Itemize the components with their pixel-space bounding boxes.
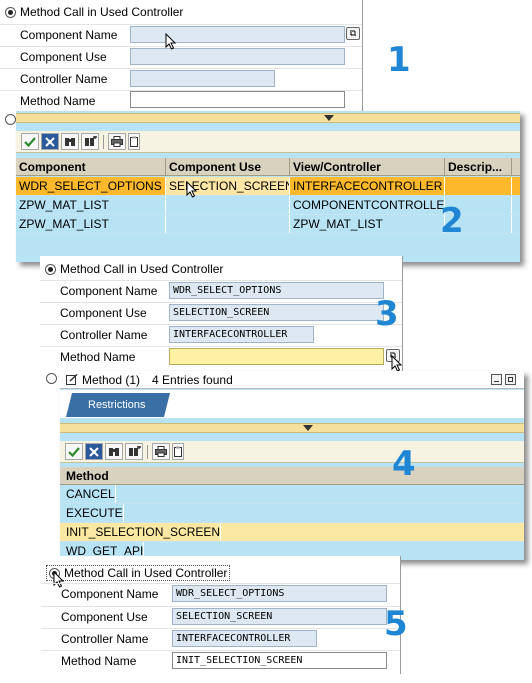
print-icon[interactable] bbox=[108, 133, 126, 150]
entries-found-text: 4 Entries found bbox=[152, 372, 233, 387]
method-grid-header: Method bbox=[60, 467, 524, 485]
mouse-pointer-icon bbox=[165, 33, 177, 50]
find-next-icon[interactable] bbox=[125, 443, 143, 460]
method-call-radio-row[interactable]: Method Call in Used Controller bbox=[45, 262, 223, 276]
popup-toolbar bbox=[16, 131, 520, 153]
method-cell[interactable]: CANCEL bbox=[60, 485, 116, 503]
cell-component[interactable]: ZPW_MAT_LIST bbox=[16, 196, 166, 214]
component-name-label: Component Name bbox=[20, 28, 118, 42]
step-number-3: 3 bbox=[375, 294, 399, 334]
maximize-icon[interactable] bbox=[505, 374, 516, 385]
method-name-label: Method Name bbox=[20, 94, 96, 108]
binoculars-icon[interactable] bbox=[61, 133, 79, 150]
cancel-icon[interactable] bbox=[85, 443, 103, 460]
step1-panel: Method Call in Used Controller Component… bbox=[0, 0, 363, 120]
method-call-radio-label: Method Call in Used Controller bbox=[20, 5, 184, 19]
cell-view-controller[interactable]: ZPW_MAT_LIST bbox=[290, 215, 445, 233]
cell-view-controller[interactable]: INTERFACECONTROLLER bbox=[290, 177, 445, 195]
popup-titlebar: Method (1) 4 Entries found bbox=[60, 371, 524, 389]
radio-unselected-icon[interactable] bbox=[46, 373, 57, 384]
controller-name-label: Controller Name bbox=[60, 328, 148, 342]
component-name-field[interactable]: WDR_SELECT_OPTIONS bbox=[172, 585, 387, 602]
value-help-icon[interactable]: ⧉ bbox=[346, 27, 360, 40]
cell-component-use[interactable] bbox=[166, 196, 290, 214]
step-number-4: 4 bbox=[392, 444, 416, 484]
method-call-radio-label: Method Call in Used Controller bbox=[64, 566, 228, 580]
toolbar-separator bbox=[147, 444, 148, 459]
controller-name-label: Controller Name bbox=[61, 632, 149, 646]
tab-restrictions[interactable]: Restrictions bbox=[66, 393, 170, 417]
minimize-icon[interactable] bbox=[491, 374, 502, 385]
step4-method-value-help-popup: Method (1) 4 Entries found Restrictions … bbox=[60, 371, 524, 560]
step-number-5: 5 bbox=[384, 604, 408, 644]
method-call-radio-row[interactable]: Method Call in Used Controller bbox=[5, 5, 183, 19]
component-use-label: Component Use bbox=[60, 306, 147, 320]
method-name-label: Method Name bbox=[61, 654, 137, 668]
cell-component-use[interactable] bbox=[166, 215, 290, 233]
list-item[interactable]: CANCEL bbox=[60, 485, 524, 504]
list-item-selected[interactable]: INIT_SELECTION_SCREEN bbox=[60, 523, 524, 542]
step5-panel: Method Call in Used Controller Component… bbox=[41, 556, 401, 674]
radio-selected-icon[interactable] bbox=[45, 263, 56, 275]
radio-unselected-icon[interactable] bbox=[5, 114, 16, 125]
method-name-label: Method Name bbox=[60, 350, 136, 364]
component-name-field[interactable]: WDR_SELECT_OPTIONS bbox=[169, 282, 384, 299]
radio-selected-icon[interactable] bbox=[5, 6, 16, 18]
cell-component-use[interactable]: SELECTION_SCREEN bbox=[166, 177, 290, 195]
step-number-1: 1 bbox=[387, 40, 411, 80]
method-name-field[interactable] bbox=[130, 91, 345, 108]
component-name-label: Component Name bbox=[61, 587, 159, 601]
method-cell[interactable]: INIT_SELECTION_SCREEN bbox=[60, 523, 222, 541]
column-header-view-controller[interactable]: View/Controller bbox=[290, 158, 445, 175]
method-call-radio-row[interactable]: Method Call in Used Controller bbox=[46, 565, 231, 581]
clipboard-icon[interactable] bbox=[128, 133, 140, 150]
step3-panel: Method Call in Used Controller Component… bbox=[40, 256, 403, 372]
list-item[interactable]: EXECUTE bbox=[60, 504, 524, 523]
method-cell[interactable]: EXECUTE bbox=[60, 504, 124, 522]
edit-document-icon bbox=[66, 374, 78, 385]
checkmark-icon[interactable] bbox=[65, 443, 83, 460]
component-name-field[interactable] bbox=[130, 26, 345, 43]
print-icon[interactable] bbox=[152, 443, 170, 460]
cancel-icon[interactable] bbox=[41, 133, 59, 150]
toolbar-separator bbox=[103, 134, 104, 149]
component-use-field[interactable] bbox=[130, 48, 345, 65]
cell-view-controller[interactable]: COMPONENTCONTROLLER bbox=[290, 196, 445, 214]
method-call-radio-label: Method Call in Used Controller bbox=[60, 262, 224, 276]
popup-toolbar bbox=[60, 441, 524, 463]
method-name-field[interactable]: INIT_SELECTION_SCREEN bbox=[172, 652, 387, 669]
splitter-handle-icon[interactable] bbox=[303, 425, 313, 431]
popup-title: Method (1) bbox=[82, 372, 141, 387]
mouse-pointer-icon bbox=[391, 355, 402, 372]
cell-component[interactable]: WDR_SELECT_OPTIONS bbox=[16, 177, 166, 195]
cell-description[interactable] bbox=[445, 177, 512, 195]
controller-name-label: Controller Name bbox=[20, 72, 108, 86]
controller-name-field[interactable] bbox=[130, 70, 275, 87]
table-row[interactable]: WDR_SELECT_OPTIONS SELECTION_SCREEN INTE… bbox=[16, 177, 520, 196]
column-header-component[interactable]: Component bbox=[16, 158, 166, 175]
splitter-handle-icon[interactable] bbox=[324, 115, 334, 121]
controller-name-field[interactable]: INTERFACECONTROLLER bbox=[172, 630, 317, 647]
cell-component[interactable]: ZPW_MAT_LIST bbox=[16, 215, 166, 233]
step-number-2: 2 bbox=[440, 201, 464, 241]
binoculars-icon[interactable] bbox=[105, 443, 123, 460]
component-use-label: Component Use bbox=[61, 610, 148, 624]
component-use-field[interactable]: SELECTION_SCREEN bbox=[169, 304, 384, 321]
controller-name-field[interactable]: INTERFACECONTROLLER bbox=[169, 326, 314, 343]
splitter-bar[interactable] bbox=[60, 423, 524, 433]
restrictions-tabbar: Restrictions bbox=[60, 390, 524, 418]
mouse-pointer-icon bbox=[186, 181, 198, 198]
component-use-label: Component Use bbox=[20, 50, 107, 64]
column-header-description[interactable]: Descrip... bbox=[445, 158, 512, 175]
popup-grid-header: Component Component Use View/Controller … bbox=[16, 158, 520, 176]
splitter-bar[interactable] bbox=[16, 113, 520, 123]
method-name-field[interactable] bbox=[169, 348, 384, 365]
component-use-field[interactable]: SELECTION_SCREEN bbox=[172, 608, 387, 625]
component-name-label: Component Name bbox=[60, 284, 158, 298]
column-header-method[interactable]: Method bbox=[60, 467, 170, 484]
clipboard-icon[interactable] bbox=[172, 443, 184, 460]
checkmark-icon[interactable] bbox=[21, 133, 39, 150]
column-header-component-use[interactable]: Component Use bbox=[166, 158, 290, 175]
find-next-icon[interactable] bbox=[81, 133, 99, 150]
